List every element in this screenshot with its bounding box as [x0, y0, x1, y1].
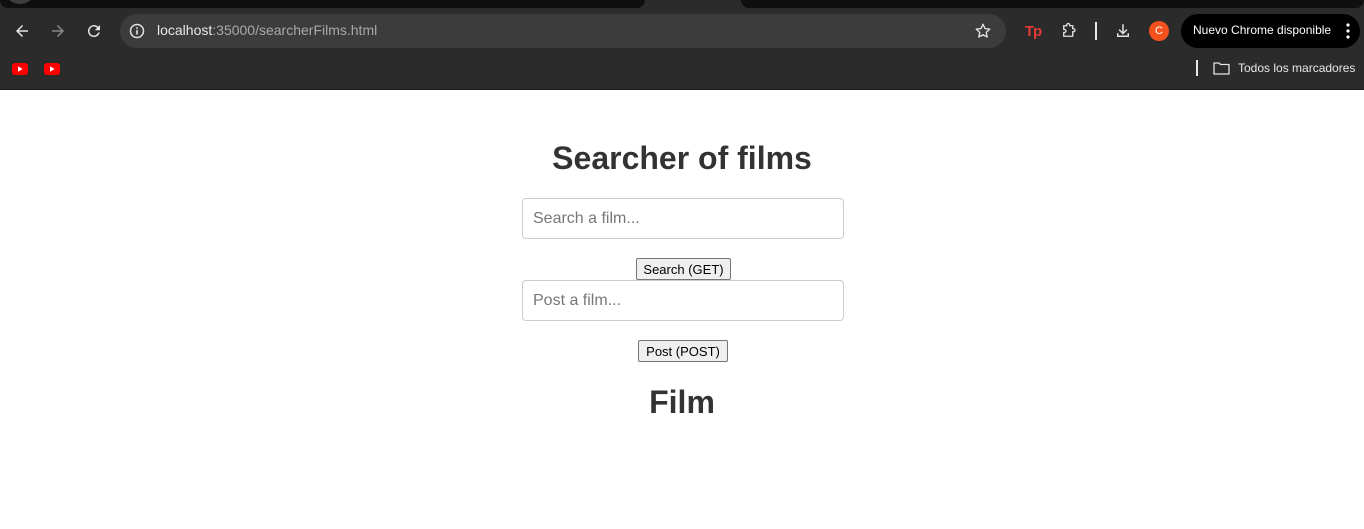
tab-strip — [0, 0, 1364, 8]
tab[interactable] — [741, 0, 1364, 8]
url-text[interactable]: localhost:35000/searcherFilms.html — [157, 22, 377, 38]
film-heading: Film — [649, 384, 715, 420]
page-title: Searcher of films — [552, 140, 812, 176]
extensions-button[interactable] — [1059, 21, 1079, 41]
bookmarks-divider — [1196, 60, 1198, 76]
all-bookmarks-label: Todos los marcadores — [1238, 61, 1356, 75]
search-get-button[interactable]: Search (GET) — [636, 258, 731, 280]
post-input[interactable] — [522, 280, 844, 321]
youtube-icon[interactable] — [12, 63, 28, 75]
all-bookmarks-button[interactable]: Todos los marcadores — [1213, 59, 1355, 77]
toolbar-divider — [1095, 22, 1097, 40]
address-bar[interactable]: localhost:35000/searcherFilms.html — [120, 14, 1006, 48]
reload-button[interactable] — [83, 20, 105, 42]
reload-icon — [87, 25, 100, 38]
forward-button[interactable] — [47, 20, 69, 42]
page-content: Searcher of films Search (GET) Post (POS… — [0, 90, 1364, 529]
tab[interactable] — [0, 0, 645, 8]
forward-icon — [52, 25, 64, 37]
folder-icon — [1213, 62, 1230, 75]
browser-toolbar: localhost:35000/searcherFilms.html Tp C … — [0, 8, 1364, 54]
update-label: Nuevo Chrome disponible — [1193, 23, 1332, 37]
back-button[interactable] — [11, 20, 33, 42]
bookmarks-bar: Todos los marcadores — [0, 54, 1364, 90]
star-icon[interactable] — [974, 22, 992, 40]
url-path: :35000/searcherFilms.html — [212, 22, 378, 38]
profile-avatar[interactable]: C — [1149, 21, 1169, 41]
download-icon — [1117, 24, 1129, 37]
kebab-icon[interactable] — [1346, 23, 1350, 39]
info-icon[interactable] — [129, 23, 145, 39]
tp-extension-icon[interactable]: Tp — [1023, 21, 1043, 41]
tab-favicon — [8, 0, 32, 4]
downloads-button[interactable] — [1113, 21, 1133, 41]
youtube-icon[interactable] — [44, 63, 60, 75]
tp-extension-label: Tp — [1024, 22, 1042, 40]
chrome-update-button[interactable]: Nuevo Chrome disponible — [1181, 14, 1360, 48]
puzzle-icon — [1063, 22, 1076, 37]
url-host: localhost — [157, 22, 213, 38]
avatar-letter: C — [1155, 25, 1163, 37]
post-button[interactable]: Post (POST) — [638, 340, 728, 362]
back-icon — [16, 25, 28, 37]
search-input[interactable] — [522, 198, 844, 239]
